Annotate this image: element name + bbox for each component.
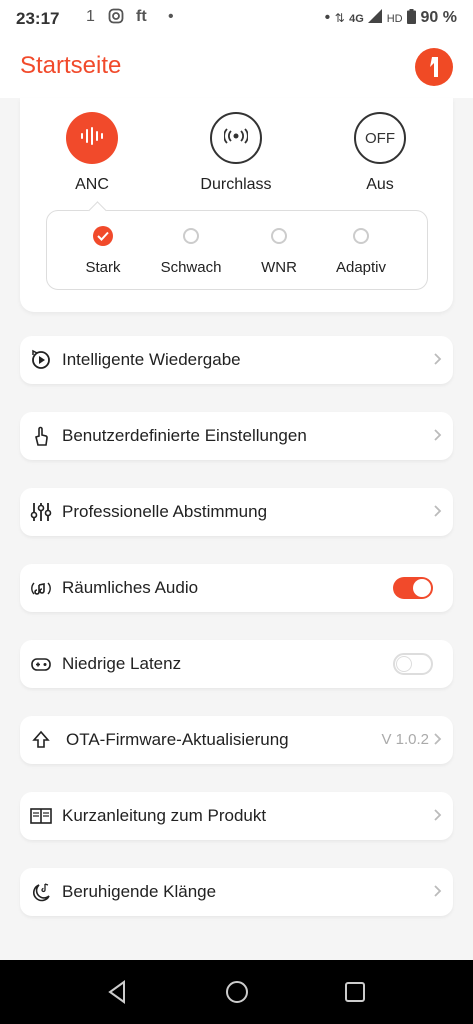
signal-4g: 4G bbox=[349, 13, 364, 25]
notification-ft: ft bbox=[136, 8, 147, 25]
menu-label: Professionelle Abstimmung bbox=[62, 502, 268, 521]
menu-row-custom-settings[interactable]: Benutzerdefinierte Einstellungen bbox=[20, 412, 453, 460]
level-label-stark: Stark bbox=[85, 259, 121, 276]
toggle-knob bbox=[396, 656, 412, 672]
radio-adaptiv[interactable] bbox=[353, 228, 369, 244]
notification-dot: • bbox=[168, 8, 174, 25]
mode-label-anc: ANC bbox=[75, 176, 109, 193]
mode-label-durchlass: Durchlass bbox=[200, 176, 272, 193]
instagram-icon bbox=[108, 8, 124, 29]
menu-label: Kurzanleitung zum Produkt bbox=[62, 806, 267, 825]
status-bar: 23:17 1 ft • • ⇅ 4G HD 90 % bbox=[0, 0, 473, 36]
chevron-right-icon bbox=[433, 350, 443, 368]
system-nav-bar bbox=[0, 960, 473, 1024]
book-icon bbox=[30, 805, 52, 827]
menu-row-smart-play[interactable]: Intelligente Wiedergabe bbox=[20, 336, 453, 384]
home-icon[interactable] bbox=[225, 980, 249, 1009]
hd-label: HD bbox=[386, 13, 403, 25]
anc-waveform-icon bbox=[79, 126, 105, 151]
upload-arrow-icon bbox=[30, 729, 52, 751]
battery-icon bbox=[407, 9, 420, 26]
status-time: 23:17 bbox=[16, 9, 60, 28]
level-label-adaptiv: Adaptiv bbox=[335, 259, 387, 276]
transparency-icon bbox=[223, 127, 249, 149]
chevron-right-icon bbox=[433, 806, 443, 824]
menu-row-calming-sounds[interactable]: Beruhigende Klänge bbox=[20, 868, 453, 916]
menu-row-pro-tuning[interactable]: Professionelle Abstimmung bbox=[20, 488, 453, 536]
transparency-mode-button[interactable] bbox=[210, 112, 262, 164]
chevron-right-icon bbox=[433, 502, 443, 520]
menu-row-low-latency: Niedrige Latenz bbox=[20, 640, 453, 688]
menu-label: Beruhigende Klänge bbox=[62, 882, 217, 901]
smart-play-icon bbox=[30, 349, 52, 371]
radio-schwach[interactable] bbox=[183, 228, 199, 244]
chevron-right-icon bbox=[433, 882, 443, 900]
status-right: • ⇅ 4G HD 90 % bbox=[325, 9, 457, 27]
menu-label: Niedrige Latenz bbox=[62, 654, 182, 673]
data-arrows-icon: ⇅ bbox=[334, 11, 345, 25]
chevron-right-icon bbox=[433, 426, 443, 444]
spatial-audio-icon bbox=[30, 577, 52, 599]
anc-mode-button[interactable] bbox=[66, 112, 118, 164]
level-label-wnr: WNR bbox=[261, 259, 297, 276]
anc-level-selector: Stark Schwach WNR Adaptiv bbox=[46, 201, 428, 290]
off-icon-text: OFF bbox=[365, 129, 395, 147]
battery-percent: 90 % bbox=[420, 9, 457, 26]
menu-label: Benutzerdefinierte Einstellungen bbox=[62, 426, 307, 445]
selector-pointer bbox=[88, 201, 107, 220]
low-latency-toggle[interactable] bbox=[393, 653, 433, 675]
spatial-audio-toggle[interactable] bbox=[393, 577, 433, 599]
chevron-right-icon bbox=[433, 730, 443, 748]
brand-logo-icon[interactable] bbox=[415, 48, 453, 86]
moon-music-icon bbox=[30, 881, 52, 903]
radio-wnr[interactable] bbox=[271, 228, 287, 244]
menu-label: Intelligente Wiedergabe bbox=[62, 350, 241, 369]
radio-stark[interactable] bbox=[93, 226, 113, 246]
menu-label: OTA-Firmware-Aktualisierung bbox=[66, 730, 289, 749]
gamepad-icon bbox=[30, 653, 52, 675]
menu-label: Räumliches Audio bbox=[62, 578, 199, 597]
page-title: Startseite bbox=[20, 52, 122, 79]
app-header: Startseite bbox=[0, 36, 473, 98]
menu-row-spatial-audio: Räumliches Audio bbox=[20, 564, 453, 612]
mode-label-aus: Aus bbox=[366, 176, 394, 193]
menu-row-quick-guide[interactable]: Kurzanleitung zum Produkt bbox=[20, 792, 453, 840]
back-icon[interactable] bbox=[106, 980, 128, 1009]
level-label-schwach: Schwach bbox=[160, 259, 222, 276]
anc-mode-card: ANC Durchlass OFF Aus Stark Schwach WNR … bbox=[20, 98, 453, 312]
status-dot: • bbox=[324, 9, 331, 26]
off-mode-button[interactable]: OFF bbox=[354, 112, 406, 164]
menu-row-ota-update[interactable]: OTA-Firmware-Aktualisierung V 1.0.2 bbox=[20, 716, 453, 764]
signal-icon bbox=[368, 9, 386, 26]
equalizer-icon bbox=[30, 501, 52, 523]
firmware-version: V 1.0.2 bbox=[381, 731, 429, 748]
recents-icon[interactable] bbox=[344, 981, 366, 1008]
toggle-knob bbox=[413, 579, 431, 597]
touch-gesture-icon bbox=[30, 425, 52, 447]
notification-icon-1: 1 bbox=[86, 8, 95, 25]
